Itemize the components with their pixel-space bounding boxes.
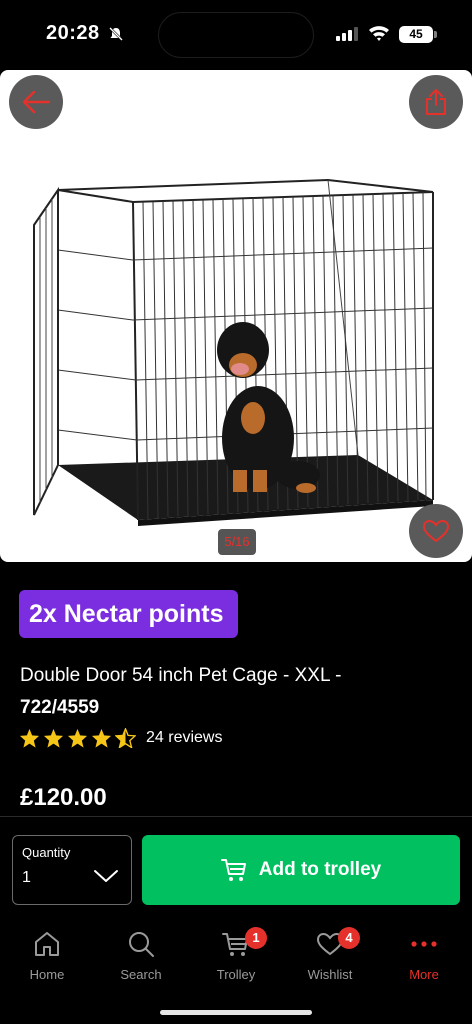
- tab-trolley-label: Trolley: [216, 967, 256, 982]
- product-code: 722/4559: [20, 697, 100, 718]
- product-title-text: Double Door 54 inch Pet Cage - XXL -: [20, 665, 342, 686]
- tab-wishlist-label: Wishlist: [307, 967, 353, 982]
- star-half-icon: [115, 728, 136, 748]
- add-to-trolley-button[interactable]: Add to trolley: [142, 835, 460, 905]
- battery-indicator: 45: [399, 26, 437, 43]
- quantity-select[interactable]: Quantity 1: [12, 835, 132, 905]
- home-indicator[interactable]: [160, 1010, 312, 1015]
- product-image-pet-cage: [33, 178, 434, 526]
- star-full-icon: [91, 728, 112, 748]
- trolley-count-badge: 1: [245, 927, 267, 949]
- dynamic-island: [158, 12, 314, 58]
- cellular-signal-icon: [336, 27, 358, 41]
- tab-home[interactable]: Home: [7, 922, 87, 992]
- rating-row[interactable]: 24 reviews: [19, 727, 222, 749]
- back-button[interactable]: [9, 75, 63, 129]
- status-time: 20:28: [46, 22, 100, 44]
- reviews-count[interactable]: 24 reviews: [146, 729, 222, 747]
- product-image-gallery[interactable]: 5/16: [0, 70, 472, 562]
- share-icon: [426, 89, 446, 115]
- quantity-label: Quantity: [22, 845, 71, 860]
- tab-more[interactable]: More: [384, 922, 464, 992]
- arrow-left-icon: [22, 90, 51, 114]
- share-button[interactable]: [409, 75, 463, 129]
- divider: [0, 816, 472, 817]
- product-title: Double Door 54 inch Pet Cage - XXL - 722…: [20, 660, 460, 724]
- quantity-value: 1: [22, 869, 31, 886]
- bottom-tab-bar: Home Search 1 Trolley 4 Wishlist More: [0, 922, 472, 992]
- tab-search-label: Search: [120, 967, 162, 982]
- star-full-icon: [43, 728, 64, 748]
- tab-search[interactable]: Search: [101, 922, 181, 992]
- more-icon: [411, 941, 437, 947]
- wishlist-count-badge: 4: [338, 927, 360, 949]
- product-price: £120.00: [20, 784, 107, 811]
- home-icon: [35, 932, 59, 956]
- tab-wishlist[interactable]: 4 Wishlist: [290, 922, 370, 992]
- tab-trolley[interactable]: 1 Trolley: [196, 922, 276, 992]
- tab-home-label: Home: [29, 967, 65, 982]
- image-counter: 5/16: [218, 529, 256, 555]
- heart-icon: [422, 519, 450, 543]
- star-full-icon: [67, 728, 88, 748]
- chevron-down-icon: [94, 870, 118, 882]
- trolley-icon: [220, 859, 246, 881]
- dog-figure: [217, 322, 320, 493]
- search-icon: [129, 932, 154, 957]
- tab-more-label: More: [409, 967, 439, 982]
- wifi-icon: [369, 26, 389, 41]
- star-rating: [19, 728, 136, 748]
- add-to-wishlist-button[interactable]: [409, 504, 463, 558]
- add-to-trolley-label: Add to trolley: [258, 859, 382, 880]
- star-full-icon: [19, 728, 40, 748]
- nectar-points-badge: 2x Nectar points: [19, 590, 238, 638]
- status-bar: 20:28 45: [0, 0, 472, 70]
- silent-mode-icon: [109, 27, 123, 41]
